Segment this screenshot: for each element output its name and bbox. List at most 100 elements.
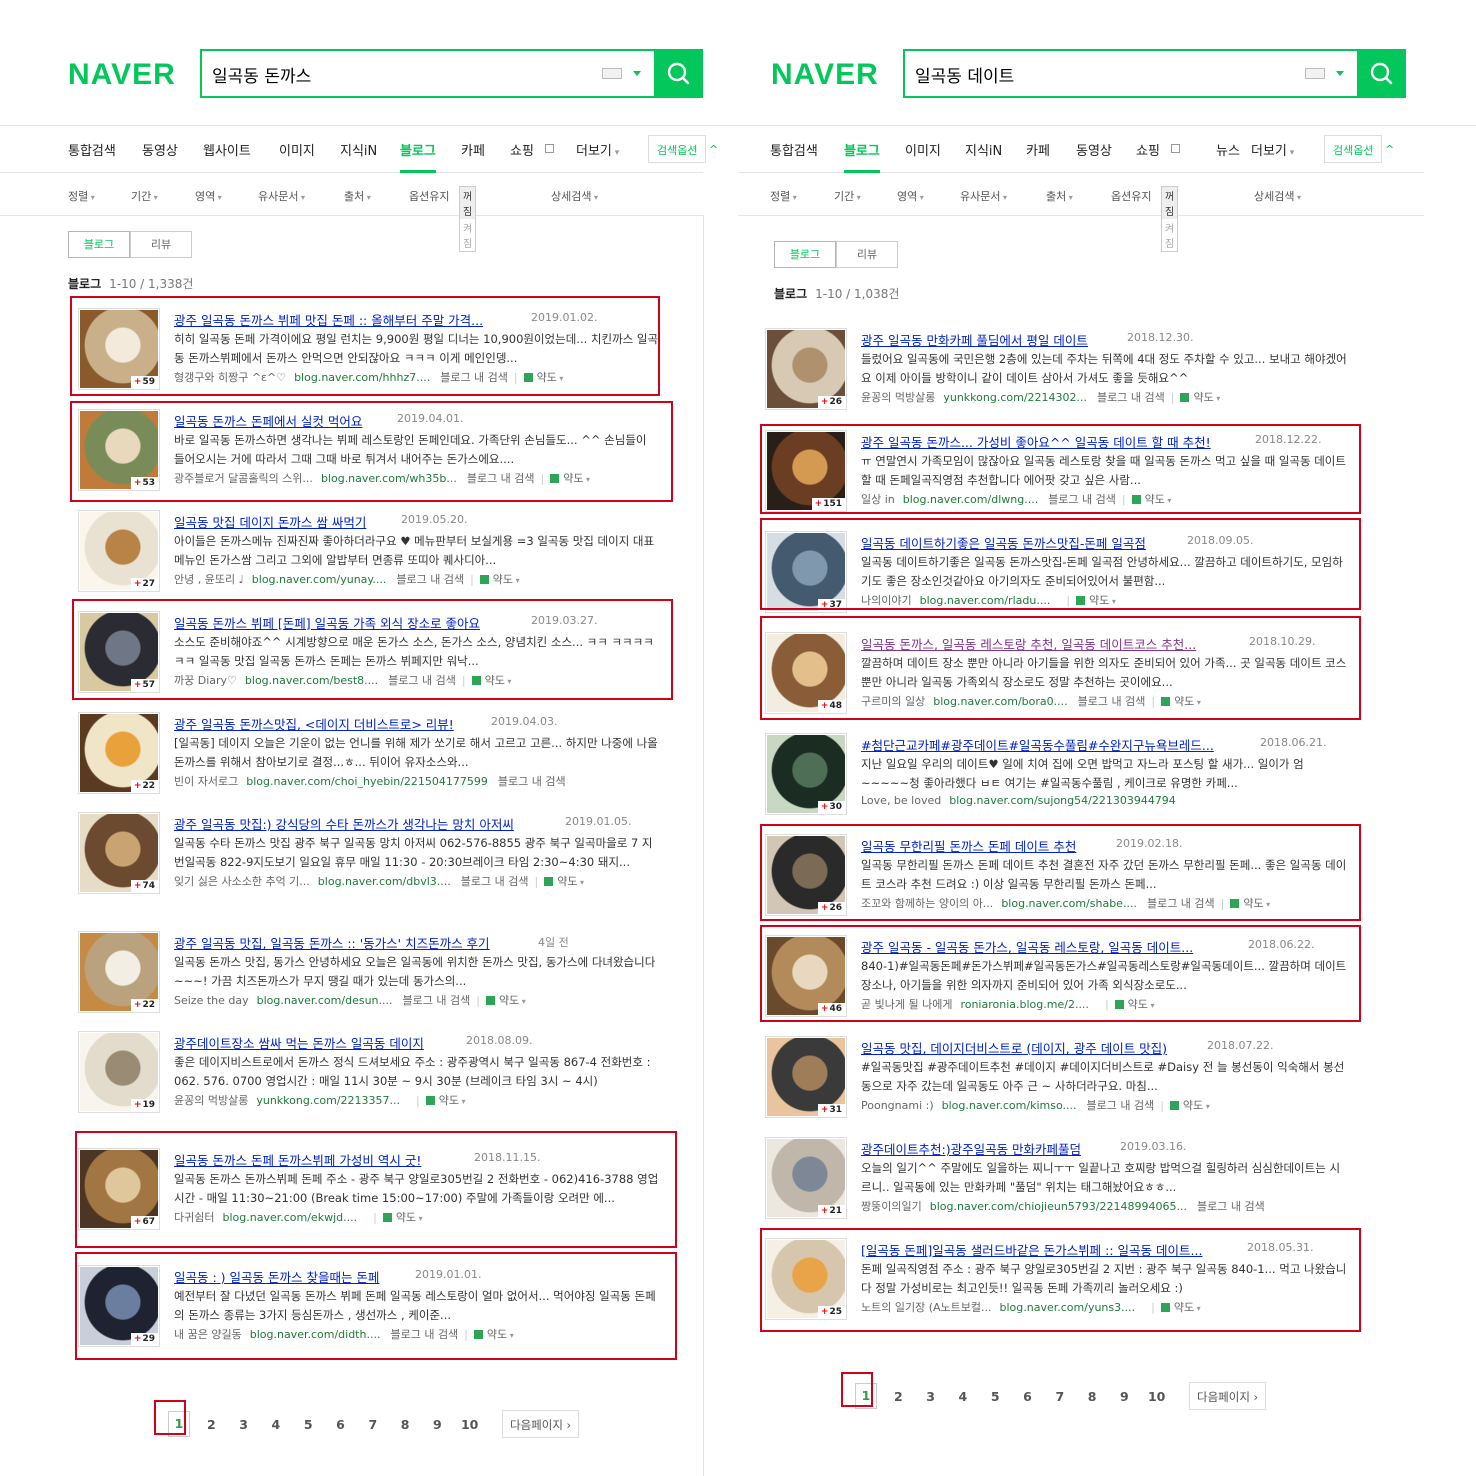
left-page-8[interactable]: 8 xyxy=(394,1417,416,1432)
left-blog-search-link[interactable]: 블로그 내 검색 xyxy=(396,573,464,586)
right-subtab-0[interactable]: 블로그 xyxy=(774,241,836,268)
right-blog-search-link[interactable]: 블로그 내 검색 xyxy=(1086,1099,1154,1112)
left-search-dropdown-icon[interactable] xyxy=(633,71,641,76)
left-map-link[interactable]: 약도 xyxy=(426,1094,466,1107)
right-result-source[interactable]: Poongnami :) xyxy=(861,1099,934,1112)
left-result-thumbnail[interactable]: 22 xyxy=(78,931,160,1013)
right-next-page-button[interactable]: 다음페이지 xyxy=(1189,1382,1267,1410)
right-search-dropdown-icon[interactable] xyxy=(1336,71,1344,76)
left-filter-2[interactable]: 영역 xyxy=(195,188,222,204)
right-filter-6[interactable]: 상세검색 xyxy=(1254,188,1301,204)
right-page-5[interactable]: 5 xyxy=(984,1389,1006,1404)
left-tab-0[interactable]: 통합검색 xyxy=(68,140,116,159)
left-filter-3[interactable]: 유사문서 xyxy=(258,188,305,204)
left-keyboard-icon[interactable] xyxy=(602,68,622,79)
right-result-title-link[interactable]: 광주데이트추천:)광주일곡동 만화카페풀덤 xyxy=(861,1139,1081,1158)
left-page-10[interactable]: 10 xyxy=(459,1417,481,1432)
right-page-2[interactable]: 2 xyxy=(887,1389,909,1404)
left-next-page-button[interactable]: 다음페이지 xyxy=(502,1410,580,1438)
left-tab-8[interactable]: 더보기 xyxy=(576,140,619,159)
right-result-url[interactable]: blog.naver.com/sujong54/221303944794 xyxy=(949,794,1176,807)
right-map-link[interactable]: 약도 xyxy=(1180,391,1220,404)
left-result-source[interactable]: 윤꽁의 먹방살롱 xyxy=(174,1094,248,1107)
left-tab-7[interactable]: 쇼핑 xyxy=(510,140,534,159)
left-result-source[interactable]: 안녕 , 윤또리 ♩ xyxy=(174,573,244,586)
right-page-9[interactable]: 9 xyxy=(1113,1389,1135,1404)
left-search-button[interactable] xyxy=(654,49,703,98)
right-result-thumbnail[interactable]: 31 xyxy=(765,1036,847,1118)
right-tab-6[interactable]: 쇼핑 xyxy=(1136,140,1160,159)
right-map-link[interactable]: 약도 xyxy=(1170,1099,1210,1112)
right-toggle-on[interactable]: 켜짐 xyxy=(1162,219,1177,251)
left-filter-4[interactable]: 출처 xyxy=(344,188,371,204)
left-page-4[interactable]: 4 xyxy=(265,1417,287,1432)
right-option-keep-toggle[interactable]: 꺼짐켜짐 xyxy=(1161,186,1179,252)
left-tab-1[interactable]: 동영상 xyxy=(142,140,178,159)
left-tab-4[interactable]: 지식iN xyxy=(340,140,377,159)
left-result-source[interactable]: Seize the day xyxy=(174,994,249,1007)
left-result-thumbnail[interactable]: 19 xyxy=(78,1031,160,1113)
left-search-input[interactable] xyxy=(212,60,582,88)
left-tab-5[interactable]: 블로그 xyxy=(400,140,436,173)
left-toggle-off[interactable]: 꺼짐 xyxy=(460,187,476,219)
right-tab-0[interactable]: 통합검색 xyxy=(770,140,818,159)
left-result-title-link[interactable]: 광주 일곡동 돈까스맛집, <데이지 더비스트로> 리뷰! xyxy=(174,714,454,733)
right-result-source[interactable]: Love, be loved xyxy=(861,794,941,807)
right-filter-1[interactable]: 기간 xyxy=(834,188,861,204)
right-result-url[interactable]: yunkkong.com/2214302... xyxy=(943,391,1087,404)
left-filter-0[interactable]: 정렬 xyxy=(68,188,95,204)
right-result-thumbnail[interactable]: 30 xyxy=(765,733,847,815)
left-map-link[interactable]: 약도 xyxy=(480,573,520,586)
left-page-7[interactable]: 7 xyxy=(362,1417,384,1432)
right-result-source[interactable]: 윤꽁의 먹방살롱 xyxy=(861,391,935,404)
left-page-5[interactable]: 5 xyxy=(297,1417,319,1432)
left-filter-1[interactable]: 기간 xyxy=(131,188,158,204)
right-tab-8[interactable]: 더보기 xyxy=(1251,140,1294,159)
right-filter-4[interactable]: 출처 xyxy=(1046,188,1073,204)
left-result-url[interactable]: blog.naver.com/desun.... xyxy=(257,994,393,1007)
right-tab-2[interactable]: 이미지 xyxy=(905,140,941,159)
left-toggle-on[interactable]: 켜짐 xyxy=(460,219,475,251)
right-page-7[interactable]: 7 xyxy=(1049,1389,1071,1404)
left-result-url[interactable]: blog.naver.com/dbvl3.... xyxy=(318,875,451,888)
right-search-options-button[interactable]: 검색옵션 xyxy=(1324,135,1383,163)
left-tab-3[interactable]: 이미지 xyxy=(279,140,315,159)
left-page-6[interactable]: 6 xyxy=(330,1417,352,1432)
left-result-title-link[interactable]: 광주데이트장소 쌈싸 먹는 돈까스 일곡동 데이지 xyxy=(174,1033,424,1052)
right-subtab-1[interactable]: 리뷰 xyxy=(836,241,898,268)
right-toggle-off[interactable]: 꺼짐 xyxy=(1162,187,1178,219)
left-result-source[interactable]: 잊기 싫은 사소소한 추억 기... xyxy=(174,875,310,888)
right-search-button[interactable] xyxy=(1357,49,1406,98)
left-result-url[interactable]: blog.naver.com/choi_hyebin/221504177599 xyxy=(246,775,488,788)
right-tab-5[interactable]: 동영상 xyxy=(1076,140,1112,159)
left-result-thumbnail[interactable]: 74 xyxy=(78,812,160,894)
right-page-3[interactable]: 3 xyxy=(920,1389,942,1404)
right-result-thumbnail[interactable]: 21 xyxy=(765,1137,847,1219)
right-naver-logo[interactable]: NAVER xyxy=(771,58,879,92)
left-subtab-0[interactable]: 블로그 xyxy=(68,231,130,258)
left-map-link[interactable]: 약도 xyxy=(486,994,526,1007)
right-result-title-link[interactable]: 광주 일곡동 만화카페 풀딤에서 평일 데이트 xyxy=(861,330,1088,349)
left-result-source[interactable]: 빈이 자서로그 xyxy=(174,775,238,788)
right-tab-3[interactable]: 지식iN xyxy=(965,140,1002,159)
right-keyboard-icon[interactable] xyxy=(1305,68,1325,79)
right-result-url[interactable]: blog.naver.com/chiojieun5793/22148994065… xyxy=(930,1200,1187,1213)
right-result-title-link[interactable]: 일곡동 맛집, 데이지더비스트로 (데이지, 광주 데이트 맛집) xyxy=(861,1038,1167,1057)
right-page-8[interactable]: 8 xyxy=(1081,1389,1103,1404)
left-search-options-button[interactable]: 검색옵션 xyxy=(648,135,707,163)
left-tab-6[interactable]: 카페 xyxy=(461,140,485,159)
right-filter-2[interactable]: 영역 xyxy=(897,188,924,204)
left-option-keep-toggle[interactable]: 꺼짐켜짐 xyxy=(459,186,477,252)
left-filter-6[interactable]: 상세검색 xyxy=(551,188,598,204)
right-blog-search-link[interactable]: 블로그 내 검색 xyxy=(1197,1200,1265,1213)
right-blog-search-link[interactable]: 블로그 내 검색 xyxy=(1097,391,1165,404)
right-filter-5[interactable]: 옵션유지 xyxy=(1111,188,1151,204)
right-page-6[interactable]: 6 xyxy=(1017,1389,1039,1404)
left-blog-search-link[interactable]: 블로그 내 검색 xyxy=(403,994,471,1007)
right-result-source[interactable]: 짱뚱이의일기 xyxy=(861,1200,922,1213)
left-page-3[interactable]: 3 xyxy=(233,1417,255,1432)
left-naver-logo[interactable]: NAVER xyxy=(68,58,176,92)
left-page-9[interactable]: 9 xyxy=(426,1417,448,1432)
left-result-thumbnail[interactable]: 27 xyxy=(78,510,160,592)
left-filter-5[interactable]: 옵션유지 xyxy=(409,188,449,204)
